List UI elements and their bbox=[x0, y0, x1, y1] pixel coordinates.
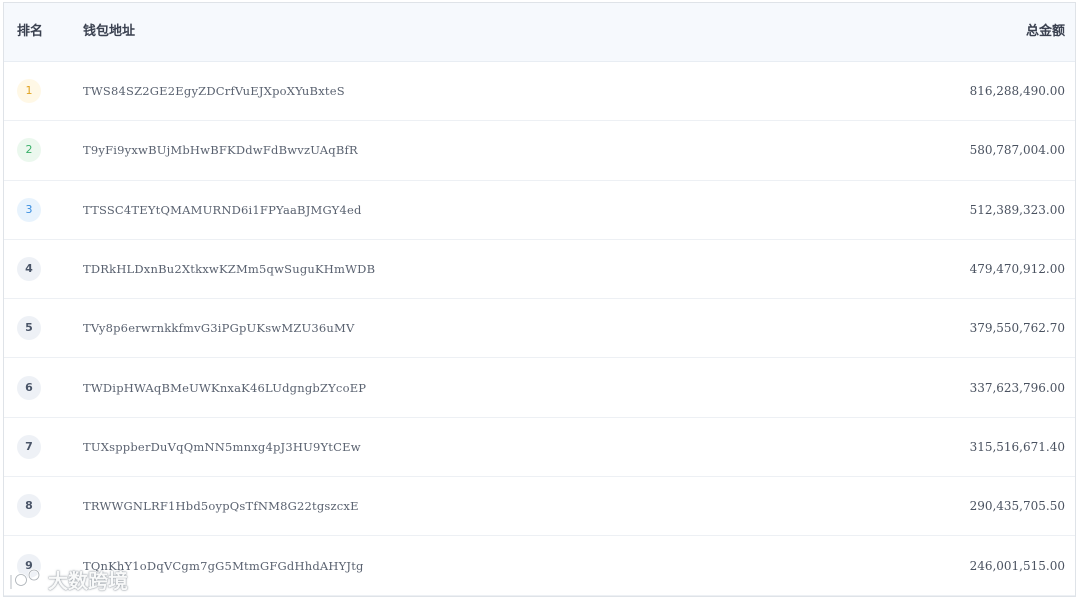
column-header-total[interactable]: 总金额 bbox=[1026, 3, 1065, 61]
total-amount: 337,623,796.00 bbox=[969, 380, 1065, 395]
total-amount: 512,389,323.00 bbox=[969, 202, 1065, 217]
total-amount: 379,550,762.70 bbox=[969, 321, 1065, 336]
table-row[interactable]: 5 TVy8p6erwrnkkfmvG3iPGpUKswMZU36uMV 379… bbox=[4, 299, 1075, 359]
table-header: 排名 钱包地址 总金额 bbox=[4, 3, 1075, 62]
column-header-address[interactable]: 钱包地址 bbox=[83, 3, 135, 61]
wallet-address[interactable]: TDRkHLDxnBu2XtkxwKZMm5qwSuguKHmWDB bbox=[83, 262, 375, 276]
table-row[interactable]: 4 TDRkHLDxnBu2XtkxwKZMm5qwSuguKHmWDB 479… bbox=[4, 240, 1075, 300]
table-row[interactable]: 9 TQnKhY1oDqVCgm7gG5MtmGFGdHhdAHYJtg 246… bbox=[4, 536, 1075, 596]
wallet-address[interactable]: TVy8p6erwrnkkfmvG3iPGpUKswMZU36uMV bbox=[83, 321, 355, 335]
wallet-address[interactable]: T9yFi9yxwBUjMbHwBFKDdwFdBwvzUAqBfR bbox=[83, 143, 358, 157]
rank-badge: 2 bbox=[17, 138, 41, 163]
table-row[interactable]: 2 T9yFi9yxwBUjMbHwBFKDdwFdBwvzUAqBfR 580… bbox=[4, 121, 1075, 181]
rank-badge: 9 bbox=[17, 553, 41, 578]
rank-badge: 3 bbox=[17, 197, 41, 222]
table-row[interactable]: 6 TWDipHWAqBMeUWKnxaK46LUdgngbZYcoEP 337… bbox=[4, 358, 1075, 418]
total-amount: 290,435,705.50 bbox=[969, 499, 1065, 514]
table-row[interactable]: 1 TWS84SZ2GE2EgyZDCrfVuEJXpoXYuBxteS 816… bbox=[4, 62, 1075, 122]
total-amount: 479,470,912.00 bbox=[969, 262, 1065, 277]
rank-badge: 5 bbox=[17, 316, 41, 341]
total-amount: 580,787,004.00 bbox=[969, 143, 1065, 158]
total-amount: 315,516,671.40 bbox=[969, 439, 1065, 454]
wallet-ranking-table: 排名 钱包地址 总金额 1 TWS84SZ2GE2EgyZDCrfVuEJXpo… bbox=[3, 2, 1076, 597]
rank-badge: 7 bbox=[17, 434, 41, 459]
rank-badge: 4 bbox=[17, 257, 41, 282]
wallet-address[interactable]: TWS84SZ2GE2EgyZDCrfVuEJXpoXYuBxteS bbox=[83, 84, 345, 98]
wallet-address[interactable]: TQnKhY1oDqVCgm7gG5MtmGFGdHhdAHYJtg bbox=[83, 559, 364, 573]
wallet-address[interactable]: TRWWGNLRF1Hbd5oypQsTfNM8G22tgszcxE bbox=[83, 499, 359, 513]
wallet-address[interactable]: TTSSC4TEYtQMAMURND6i1FPYaaBJMGY4ed bbox=[83, 203, 362, 217]
wallet-address[interactable]: TWDipHWAqBMeUWKnxaK46LUdgngbZYcoEP bbox=[83, 381, 366, 395]
rank-badge: 6 bbox=[17, 375, 41, 400]
table-row[interactable]: 3 TTSSC4TEYtQMAMURND6i1FPYaaBJMGY4ed 512… bbox=[4, 181, 1075, 240]
total-amount: 816,288,490.00 bbox=[969, 84, 1065, 99]
rank-badge: 8 bbox=[17, 494, 41, 519]
wallet-address[interactable]: TUXsppberDuVqQmNN5mnxg4pJ3HU9YtCEw bbox=[83, 440, 361, 454]
rank-badge: 1 bbox=[17, 79, 41, 104]
total-amount: 246,001,515.00 bbox=[969, 558, 1065, 573]
table-row[interactable]: 7 TUXsppberDuVqQmNN5mnxg4pJ3HU9YtCEw 315… bbox=[4, 418, 1075, 478]
table-row[interactable]: 8 TRWWGNLRF1Hbd5oypQsTfNM8G22tgszcxE 290… bbox=[4, 477, 1075, 537]
column-header-rank[interactable]: 排名 bbox=[17, 3, 43, 61]
